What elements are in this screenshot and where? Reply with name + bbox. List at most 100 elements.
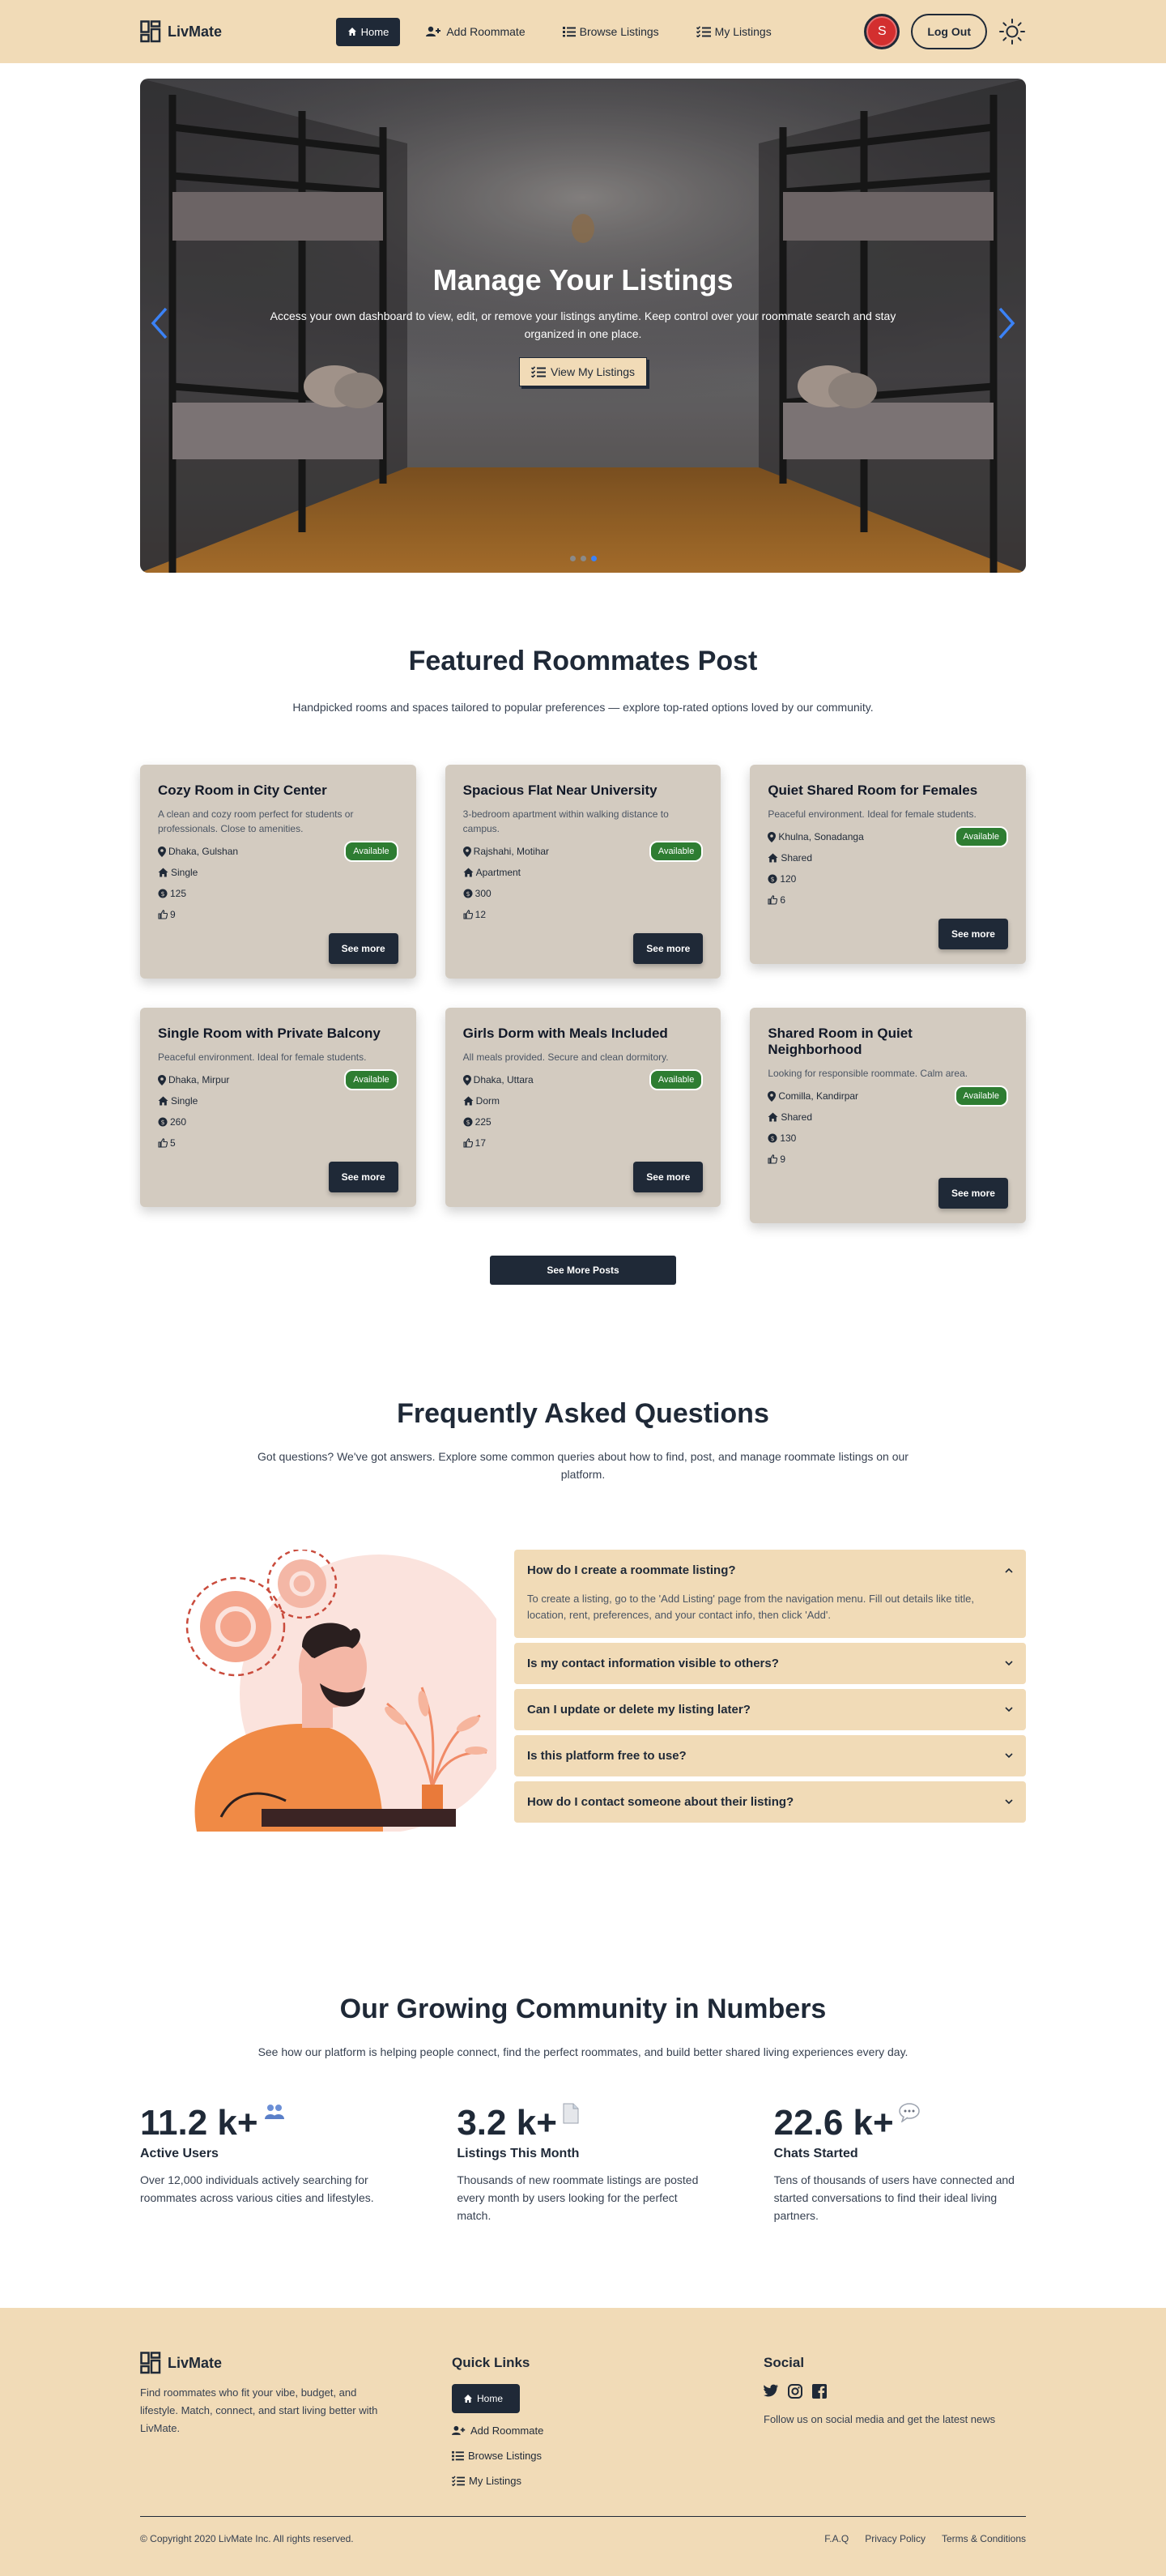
faq-question-toggle[interactable]: Is this platform free to use? — [514, 1735, 1026, 1776]
status-badge: Available — [954, 826, 1008, 847]
footer-brand[interactable]: LivMate — [140, 2352, 452, 2374]
faq-item: Is this platform free to use? — [514, 1735, 1026, 1776]
card-location: Rajshahi, Motihar — [473, 846, 550, 857]
featured-section: Featured Roommates Post Handpicked rooms… — [0, 573, 1166, 1285]
see-more-posts-button[interactable]: See More Posts — [490, 1256, 676, 1285]
faq-question-toggle[interactable]: How do I create a roommate listing? — [514, 1550, 1026, 1591]
card-rent: 260 — [170, 1116, 187, 1128]
listing-card: Cozy Room in City Center A clean and cozy… — [140, 765, 416, 979]
see-more-button[interactable]: See more — [328, 1162, 398, 1192]
chevron-down-icon — [1005, 1661, 1013, 1666]
footer-link-privacy[interactable]: Privacy Policy — [865, 2533, 926, 2544]
home-type-icon — [158, 868, 168, 877]
nav-home[interactable]: Home — [335, 17, 401, 46]
facebook-icon[interactable] — [812, 2384, 827, 2399]
card-description: All meals provided. Secure and clean dor… — [462, 1051, 669, 1063]
twitter-icon[interactable] — [764, 2384, 778, 2397]
status-badge: Available — [344, 1069, 398, 1090]
card-title: Spacious Flat Near University — [462, 783, 657, 798]
slider-dot-1[interactable] — [569, 556, 576, 561]
faq-question-toggle[interactable]: How do I contact someone about their lis… — [514, 1781, 1026, 1823]
thumbs-up-icon — [768, 1154, 778, 1164]
stat-chats-started: 22.6 k+ Chats Started Tens of thousands … — [774, 2103, 1026, 2224]
faq-question: Is my contact information visible to oth… — [527, 1657, 779, 1670]
hero-slider: Manage Your Listings Access your own das… — [140, 79, 1026, 573]
see-more-button[interactable]: See more — [938, 919, 1008, 949]
chevron-up-icon — [1005, 1567, 1013, 1573]
view-my-listings-button[interactable]: View My Listings — [518, 357, 647, 386]
footer-link-browse-listings[interactable]: Browse Listings — [452, 2443, 764, 2468]
faq-question-toggle[interactable]: Can I update or delete my listing later? — [514, 1689, 1026, 1730]
location-pin-icon — [462, 1074, 471, 1085]
slider-pagination — [140, 556, 1026, 561]
featured-title: Featured Roommates Post — [408, 646, 758, 676]
card-rent: 125 — [170, 888, 187, 899]
nav-add-roommate[interactable]: Add Roommate — [415, 17, 536, 46]
slider-dot-2[interactable] — [580, 556, 586, 561]
svg-text:$: $ — [466, 890, 470, 898]
chevron-down-icon — [1005, 1753, 1013, 1759]
nav-browse-listings[interactable]: Browse Listings — [551, 17, 670, 46]
footer-description: Find roommates who fit your vibe, budget… — [140, 2386, 378, 2434]
faq-item: How do I create a roommate listing? To cr… — [514, 1550, 1026, 1638]
listing-cards: Cozy Room in City Center A clean and cozy… — [140, 765, 1026, 1223]
faq-question: How do I contact someone about their lis… — [527, 1795, 794, 1809]
main-nav: Home Add Roommate Browse Listings My Lis… — [335, 17, 783, 46]
card-likes: 6 — [780, 894, 786, 906]
checklist-icon — [452, 2476, 465, 2486]
faq-section: Frequently Asked Questions Got questions… — [0, 1285, 1166, 1832]
listing-card: Quiet Shared Room for Females Peaceful en… — [750, 765, 1026, 964]
card-title: Single Room with Private Balcony — [158, 1026, 381, 1041]
see-more-button[interactable]: See more — [633, 1162, 704, 1192]
theme-toggle-sun-icon[interactable] — [998, 18, 1026, 45]
card-rent: 120 — [780, 873, 797, 885]
logout-button[interactable]: Log Out — [911, 14, 987, 49]
nav-add-roommate-label: Add Roommate — [446, 25, 526, 38]
card-location: Khulna, Sonadanga — [778, 831, 864, 842]
location-pin-icon — [768, 831, 777, 842]
see-more-button[interactable]: See more — [633, 933, 704, 964]
card-location: Dhaka, Mirpur — [168, 1074, 230, 1085]
svg-text:$: $ — [771, 1135, 775, 1142]
users-icon — [264, 2105, 284, 2119]
footer-link-home[interactable]: Home — [452, 2384, 520, 2413]
faq-question-toggle[interactable]: Is my contact information visible to oth… — [514, 1643, 1026, 1684]
card-title: Cozy Room in City Center — [158, 783, 327, 798]
stat-label: Active Users — [140, 2147, 219, 2160]
rent-coin-icon: $ — [768, 1133, 777, 1143]
faq-item: How do I contact someone about their lis… — [514, 1781, 1026, 1823]
stat-label: Chats Started — [773, 2147, 858, 2160]
slider-prev-arrow-icon[interactable] — [148, 305, 171, 341]
see-more-button[interactable]: See more — [938, 1178, 1008, 1209]
footer-link-my-listings[interactable]: My Listings — [452, 2468, 764, 2493]
status-badge: Available — [649, 1069, 704, 1090]
listing-card: Single Room with Private Balcony Peaceful… — [140, 1008, 416, 1207]
list-icon — [452, 2450, 464, 2461]
faq-question: How do I create a roommate listing? — [527, 1563, 736, 1577]
footer-quick-links: Quick Links Home Add Roommate Browse Lis… — [452, 2352, 764, 2493]
slider-next-arrow-icon[interactable] — [995, 305, 1018, 341]
brand-logo[interactable]: LivMate — [140, 20, 222, 43]
nav-my-listings[interactable]: My Listings — [685, 17, 783, 46]
footer: LivMate Find roommates who fit your vibe… — [0, 2308, 1166, 2576]
card-room-type: Apartment — [475, 867, 521, 878]
user-avatar[interactable]: S — [864, 14, 900, 49]
rent-coin-icon: $ — [768, 874, 777, 884]
faq-item: Can I update or delete my listing later? — [514, 1689, 1026, 1730]
instagram-icon[interactable] — [788, 2384, 802, 2399]
footer-link-add-roommate[interactable]: Add Roommate — [452, 2418, 764, 2443]
faq-accordion: How do I create a roommate listing? To cr… — [514, 1550, 1026, 1832]
thumbs-up-icon — [158, 1138, 168, 1148]
rent-coin-icon: $ — [463, 889, 473, 898]
footer-link-label: My Listings — [469, 2475, 522, 2487]
slider-dot-3[interactable] — [590, 556, 597, 561]
stat-active-users: 11.2 k+ Active Users Over 12,000 individ… — [140, 2103, 392, 2224]
see-more-button[interactable]: See more — [328, 933, 398, 964]
footer-brand-name: LivMate — [168, 2354, 223, 2371]
footer-link-faq[interactable]: F.A.Q — [824, 2533, 849, 2544]
footer-about: LivMate Find roommates who fit your vibe… — [140, 2352, 452, 2493]
follow-text: Follow us on social media and get the la… — [764, 2413, 996, 2425]
chat-bubble-icon — [898, 2103, 920, 2122]
footer-link-terms[interactable]: Terms & Conditions — [942, 2533, 1026, 2544]
thumbs-up-icon — [463, 910, 473, 919]
